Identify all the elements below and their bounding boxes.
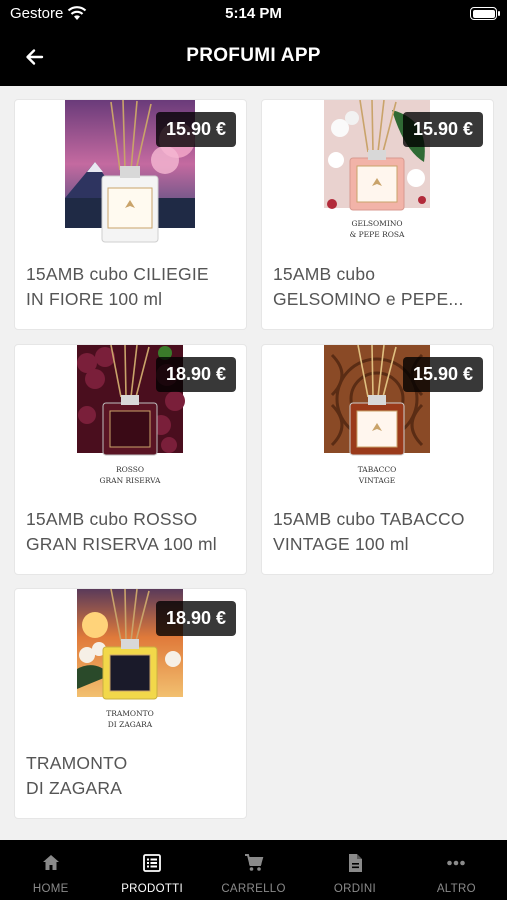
product-name: 15AMB cubo TABACCO VINTAGE 100 ml xyxy=(273,507,485,557)
price-badge: 15.90 € xyxy=(402,112,483,147)
price-badge: 15.90 € xyxy=(402,357,483,392)
clock: 5:14 PM xyxy=(225,5,282,22)
bottle-caption: & PEPE ROSA xyxy=(350,230,405,239)
page-title: PROFUMI APP xyxy=(186,45,321,66)
cart-icon xyxy=(244,854,263,871)
product-card[interactable]: TRAMONTO DI ZAGARA 18.90 € TRAMONTO DI Z… xyxy=(14,588,247,819)
price-badge: 18.90 € xyxy=(155,357,236,392)
product-name: 15AMB cubo CILIEGIE IN FIORE 100 ml xyxy=(26,262,238,312)
bottle-caption: DI ZAGARA xyxy=(108,720,153,729)
tab-home[interactable]: HOME xyxy=(0,840,101,900)
product-name-line2: VINTAGE 100 ml xyxy=(273,534,409,554)
battery-icon xyxy=(470,7,500,20)
product-name-line2: IN FIORE 100 ml xyxy=(26,289,163,309)
bottle-caption: TRAMONTO xyxy=(106,709,154,718)
bottle-caption: VINTAGE xyxy=(358,476,395,485)
home-icon xyxy=(42,855,59,870)
product-card[interactable]: ROSSO GRAN RISERVA 18.90 € 15AMB cubo RO… xyxy=(14,344,247,575)
price-badge: 15.90 € xyxy=(155,112,236,147)
tab-label: CARRELLO xyxy=(221,883,286,895)
product-name: 15AMB cubo ROSSO GRAN RISERVA 100 ml xyxy=(26,507,238,557)
product-grid: 15.90 € 15AMB cubo CILIEGIE IN FIORE 100… xyxy=(0,86,507,840)
product-name-line1: 15AMB cubo TABACCO xyxy=(273,509,465,529)
tab-label: ORDINI xyxy=(333,883,376,895)
status-bar: Gestore 5:14 PM xyxy=(0,0,507,28)
tab-label: HOME xyxy=(32,883,69,895)
tab-carrello[interactable]: CARRELLO xyxy=(203,840,304,900)
tab-prodotti[interactable]: PRODOTTI xyxy=(101,840,202,900)
product-card[interactable]: GELSOMINO & PEPE ROSA 15.90 € 15AMB cubo… xyxy=(261,99,494,330)
product-card[interactable]: TABACCO VINTAGE 15.90 € 15AMB cubo TABAC… xyxy=(261,344,494,575)
product-name-line1: 15AMB cubo xyxy=(273,264,376,284)
bottle-caption: ROSSO xyxy=(116,465,144,474)
product-name: TRAMONTO DI ZAGARA xyxy=(26,751,238,801)
bottom-tab-bar: HOME PRODOTTI CARRELLO ORDINI ALTRO xyxy=(0,840,507,900)
bottle-caption: TABACCO xyxy=(358,465,397,474)
product-name-line1: 15AMB cubo ROSSO xyxy=(26,509,198,529)
product-name-line1: 15AMB cubo CILIEGIE xyxy=(26,264,209,284)
tab-label: ALTRO xyxy=(436,883,476,895)
list-icon xyxy=(143,854,162,872)
app-header: PROFUMI APP xyxy=(0,28,507,86)
price-badge: 18.90 € xyxy=(155,601,236,636)
product-name-line1: TRAMONTO xyxy=(26,753,128,773)
product-name-line2: GELSOMINO e PEPE... xyxy=(273,289,464,309)
tab-altro[interactable]: ALTRO xyxy=(406,840,507,900)
bottle-caption: GRAN RISERVA xyxy=(100,476,162,485)
document-icon xyxy=(348,854,362,872)
more-icon xyxy=(447,860,466,866)
bottle-caption: GELSOMINO xyxy=(351,219,402,228)
product-card[interactable]: 15.90 € 15AMB cubo CILIEGIE IN FIORE 100… xyxy=(14,99,247,330)
product-name-line2: GRAN RISERVA 100 ml xyxy=(26,534,217,554)
tab-ordini[interactable]: ORDINI xyxy=(304,840,405,900)
tab-label: PRODOTTI xyxy=(121,883,184,895)
product-name-line2: DI ZAGARA xyxy=(26,778,123,798)
product-name: 15AMB cubo GELSOMINO e PEPE... xyxy=(273,262,485,312)
